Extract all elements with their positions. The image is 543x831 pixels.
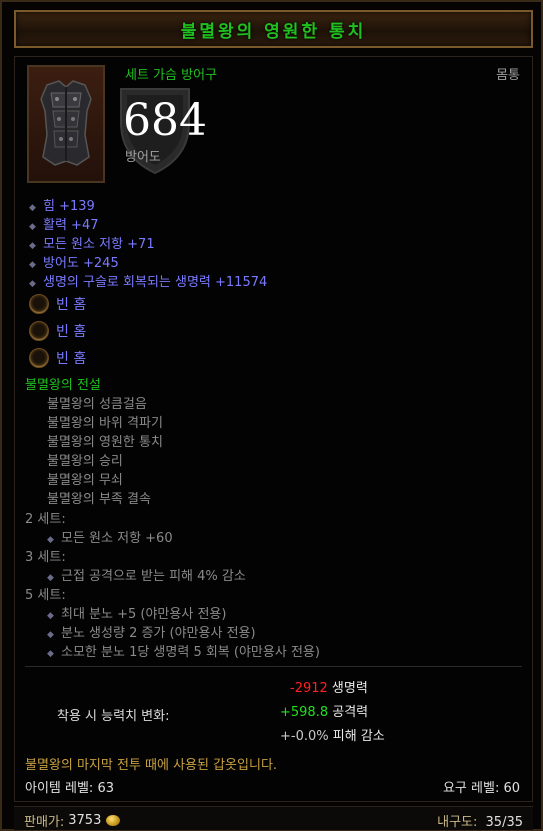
durability-value: 35/35	[485, 815, 523, 830]
stat-line: ◆ 방어도 +245	[29, 256, 119, 271]
socket-row: 빈 홈	[29, 294, 86, 314]
set-piece: 불멸왕의 무쇠	[47, 473, 123, 488]
item-level: 아이템 레벨: 63	[25, 781, 114, 796]
set-bonus-effect: ◆ 근접 공격으로 받는 피해 4% 감소	[47, 569, 246, 584]
socket-row: 빈 홈	[29, 348, 86, 368]
empty-socket-icon	[29, 348, 49, 368]
socket-row: 빈 홈	[29, 321, 86, 341]
required-level: 요구 레벨: 60	[442, 781, 520, 796]
stat-line: ◆ 활력 +47	[29, 218, 99, 233]
set-bonus-header: 3 세트:	[25, 550, 66, 565]
set-piece: 불멸왕의 성큼걸음	[47, 397, 147, 412]
price-label: 판매가:	[24, 815, 65, 830]
item-slot: 몸통	[496, 68, 520, 83]
stat-change-row: +598.8 공격력	[280, 701, 368, 720]
stat-change-row: +-0.0% 피해 감소	[280, 725, 385, 744]
set-bonus-header: 2 세트:	[25, 512, 66, 527]
section-divider	[25, 666, 522, 667]
stat-change-row: -2912 생명력	[290, 677, 368, 696]
diamond-bullet-icon: ◆	[29, 203, 36, 213]
price-value: 3753	[68, 813, 102, 828]
set-piece: 불멸왕의 바위 격파기	[47, 416, 163, 431]
armor-label: 방어도	[125, 150, 161, 165]
stat-change-name: 생명력	[331, 681, 368, 696]
chest-armor-icon	[40, 80, 92, 166]
set-name: 불멸왕의 전설	[25, 378, 101, 393]
stat-line: ◆ 모든 원소 저항 +71	[29, 237, 155, 252]
stat-change-name: 피해 감소	[332, 729, 385, 744]
stat-change-name: 공격력	[332, 705, 369, 720]
tooltip-body: 세트 가슴 방어구 몸통 684 방어도 ◆ 힘 +139 ◆ 활력 +47 ◆ 모든…	[14, 56, 533, 802]
set-piece: 불멸왕의 승리	[47, 454, 123, 469]
durability: 내구도: 35/35	[437, 811, 523, 830]
set-piece: 불멸왕의 부족 결속	[47, 492, 151, 507]
set-bonus-effect: ◆ 모든 원소 저항 +60	[47, 531, 173, 546]
armor-value: 684	[123, 95, 207, 146]
stat-change-value: +-0.0%	[280, 729, 329, 744]
stat-change-value: -2912	[290, 681, 328, 696]
diamond-bullet-icon: ◆	[47, 573, 54, 583]
diamond-bullet-icon: ◆	[47, 649, 54, 659]
diamond-bullet-icon: ◆	[47, 535, 54, 545]
diamond-bullet-icon: ◆	[29, 241, 36, 251]
stat-line: ◆ 힘 +139	[29, 199, 95, 214]
sell-price: 판매가: 3753	[24, 811, 121, 830]
tooltip-footer: 판매가: 3753 내구도: 35/35	[14, 806, 533, 830]
item-set-type: 세트 가슴 방어구	[125, 68, 217, 83]
set-bonus-effect: ◆ 최대 분노 +5 (야만용사 전용)	[47, 607, 227, 622]
item-title-bar: 불멸왕의 영원한 통치	[14, 10, 533, 48]
diamond-bullet-icon: ◆	[29, 222, 36, 232]
empty-socket-icon	[29, 294, 49, 314]
durability-label: 내구도:	[437, 815, 478, 830]
empty-socket-icon	[29, 321, 49, 341]
diamond-bullet-icon: ◆	[47, 611, 54, 621]
item-name: 불멸왕의 영원한 통치	[180, 21, 367, 42]
item-tooltip: 불멸왕의 영원한 통치 세트 가슴 방어구 몸통 684 방어도 ◆ 힘 +139…	[0, 0, 543, 831]
diamond-bullet-icon: ◆	[29, 279, 36, 289]
stat-change-value: +598.8	[280, 705, 329, 720]
diamond-bullet-icon: ◆	[47, 630, 54, 640]
item-icon-frame	[27, 65, 105, 183]
flavor-text: 불멸왕의 마지막 전투 때에 사용된 갑옷입니다.	[25, 758, 278, 773]
set-bonus-header: 5 세트:	[25, 588, 66, 603]
stat-change-label: 착용 시 능력치 변화:	[57, 709, 170, 724]
set-bonus-effect: ◆ 소모한 분노 1당 생명력 5 회복 (야만용사 전용)	[47, 645, 320, 660]
gold-coin-icon	[106, 815, 121, 826]
diamond-bullet-icon: ◆	[29, 260, 36, 270]
stat-line: ◆ 생명의 구슬로 회복되는 생명력 +11574	[29, 275, 268, 290]
set-bonus-effect: ◆ 분노 생성량 2 증가 (야만용사 전용)	[47, 626, 256, 641]
set-piece: 불멸왕의 영원한 통치	[47, 435, 163, 450]
